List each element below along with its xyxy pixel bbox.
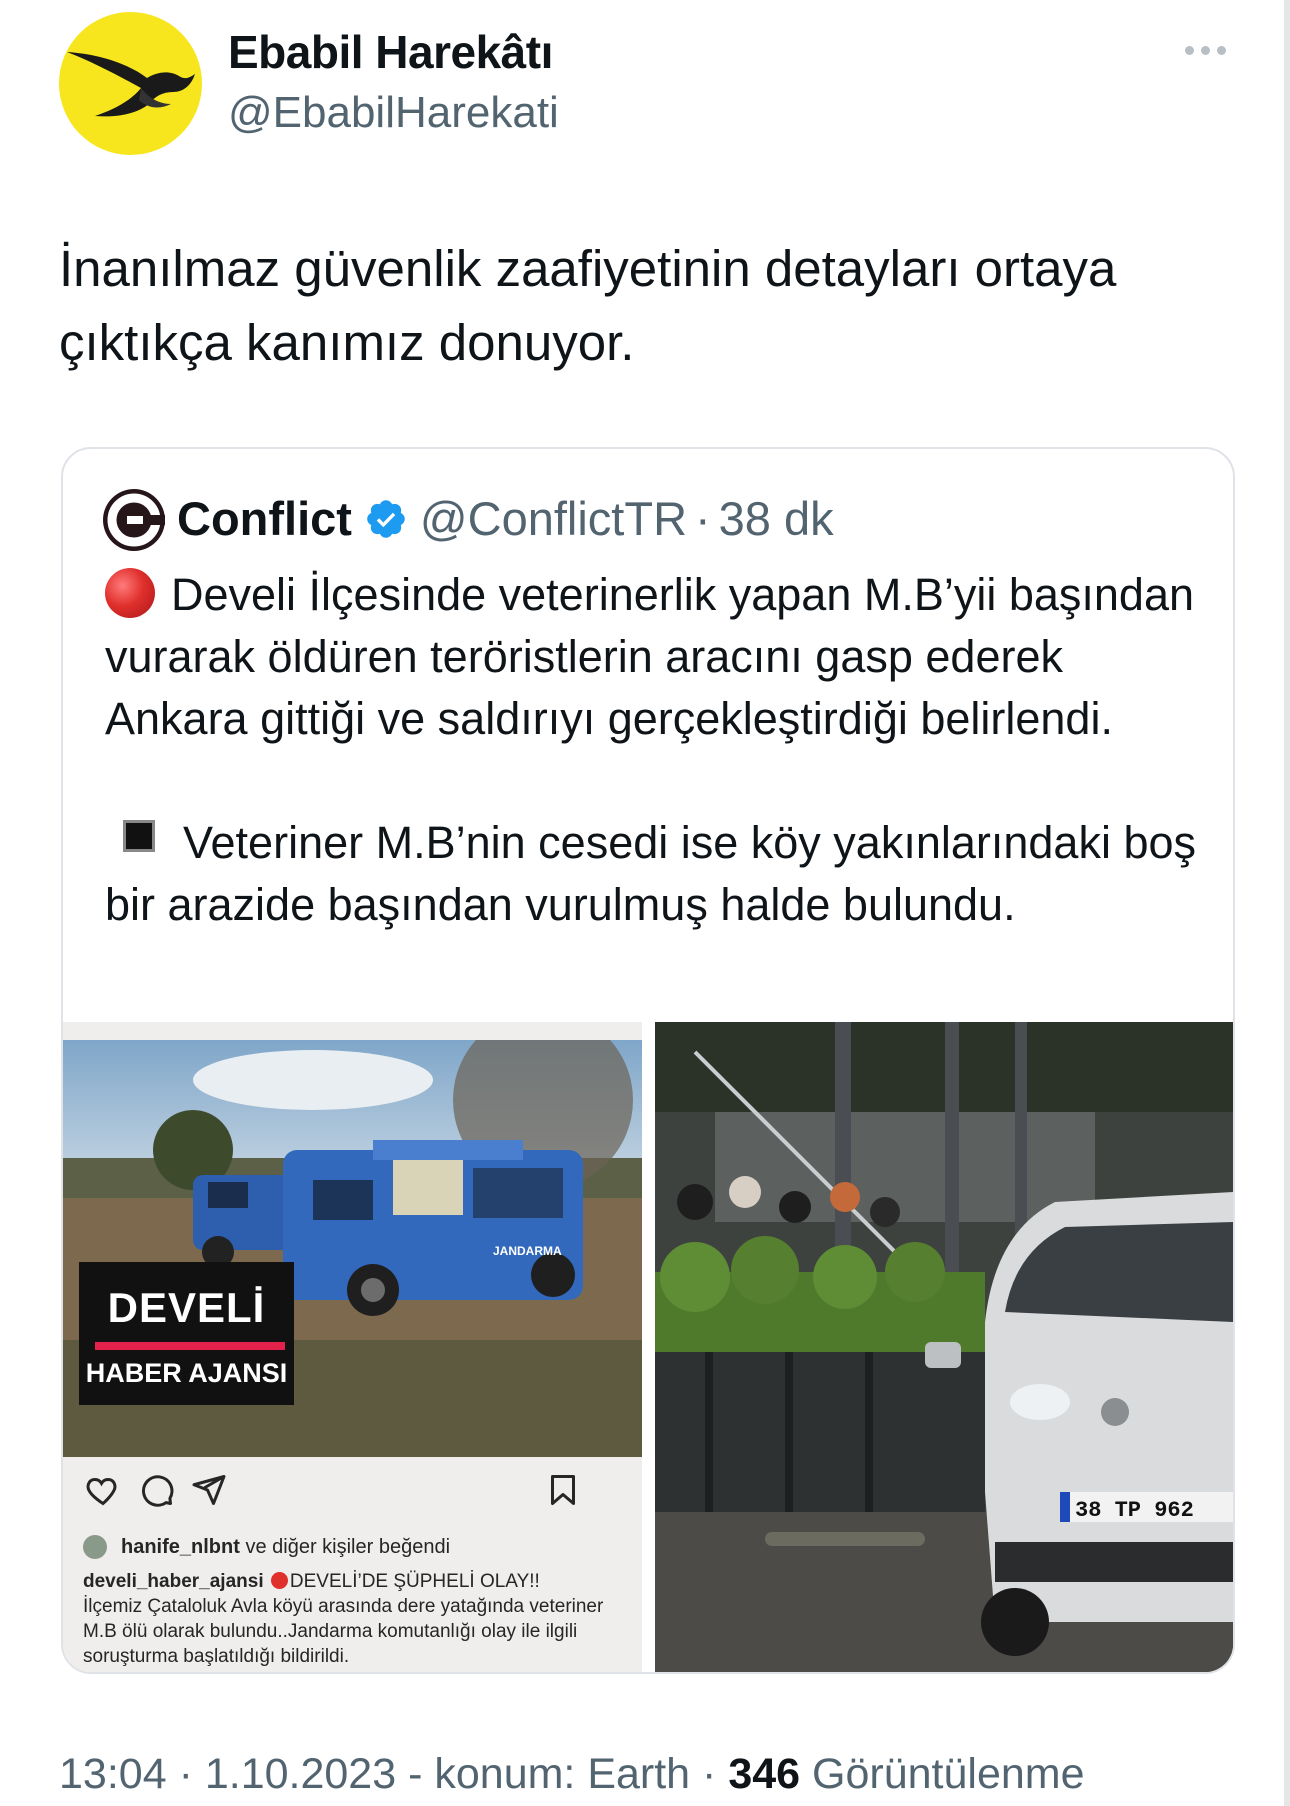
conflict-logo-icon [107, 493, 165, 547]
quoted-paragraph-1: Develi İlçesinde veterinerlik yapan M.B’… [105, 564, 1205, 750]
street-scene-photo: 38 TP 962 [655, 1022, 1233, 1672]
views-count: 346 [728, 1750, 801, 1798]
logo-line1: DEVELİ [107, 1284, 266, 1331]
tweet-meta: 13:04 · 1.10.2023 - konum: Earth · 346 G… [59, 1750, 1085, 1799]
caption-user: develi_haber_ajansi [83, 1571, 264, 1592]
quoted-paragraph-1-text: Develi İlçesinde veterinerlik yapan M.B’… [105, 569, 1195, 744]
bookmark-icon[interactable] [545, 1472, 581, 1508]
swallow-bird-icon [67, 52, 195, 117]
verified-badge-icon [367, 499, 405, 538]
heart-icon[interactable] [85, 1472, 121, 1508]
red-circle-icon [105, 568, 155, 618]
develi-logo: DEVELİ HABER AJANSI [79, 1262, 294, 1405]
quoted-text: Develi İlçesinde veterinerlik yapan M.B’… [105, 564, 1205, 936]
tweet-location: - konum: Earth [408, 1750, 691, 1798]
black-square-icon [123, 820, 155, 852]
author-name[interactable]: Ebabil Harekâtı [228, 25, 553, 79]
liker-avatar [83, 1535, 107, 1559]
more-icon[interactable] [1185, 30, 1235, 70]
separator: · [178, 1750, 193, 1798]
tweet-date[interactable]: 1.10.2023 [205, 1750, 396, 1798]
separator: · [702, 1750, 717, 1798]
likes-suffix: ve diğer kişiler beğendi [245, 1535, 451, 1558]
quoted-tweet[interactable]: Conflict @ConflictTR · 38 dk Develi İlçe… [61, 447, 1235, 1674]
quoted-name[interactable]: Conflict [177, 491, 352, 546]
caption-body: İlçemiz Çataloluk Avla köyü arasında der… [83, 1596, 604, 1667]
liker-name: hanife_nlbnt [121, 1535, 240, 1558]
tweet-text: İnanılmaz güvenlik zaafiyetinin detaylar… [59, 240, 1117, 371]
instagram-caption: develi_haber_ajansi DEVELİ’DE ŞÜPHELİ OL… [83, 1569, 638, 1669]
author-avatar[interactable] [59, 12, 202, 155]
comment-icon[interactable] [139, 1472, 175, 1508]
scrollbar[interactable] [1284, 0, 1290, 1806]
instagram-likes: hanife_nlbnt ve diğer kişiler beğendi [83, 1535, 450, 1559]
vehicle-label: JANDARMA [493, 1244, 562, 1258]
media-image-right[interactable]: 38 TP 962 [655, 1022, 1233, 1672]
quoted-paragraph-2-text: Veteriner M.B’nin cesedi ise köy yakınla… [105, 817, 1197, 930]
media-image-left[interactable]: JANDARMA DEVELİ HABER AJANSI hanife_nlbn… [63, 1022, 642, 1672]
media-grid: JANDARMA DEVELİ HABER AJANSI hanife_nlbn… [63, 1022, 1233, 1672]
logo-line2: HABER AJANSI [85, 1358, 288, 1388]
caption-headline: DEVELİ’DE ŞÜPHELİ OLAY!! [289, 1571, 540, 1592]
tweet-time[interactable]: 13:04 [59, 1750, 167, 1798]
separator: · [695, 492, 711, 545]
views-label: Görüntülenme [812, 1750, 1085, 1798]
quoted-header: Conflict @ConflictTR · 38 dk [177, 491, 834, 546]
quoted-avatar[interactable] [103, 489, 165, 551]
quoted-time[interactable]: 38 dk [719, 491, 834, 546]
instagram-actions [85, 1472, 630, 1517]
license-plate: 38 TP 962 [1075, 1498, 1194, 1523]
quoted-paragraph-2: Veteriner M.B’nin cesedi ise köy yakınla… [105, 812, 1205, 936]
share-icon[interactable] [191, 1472, 227, 1508]
red-circle-icon [270, 1572, 288, 1589]
author-handle[interactable]: @EbabilHarekati [228, 88, 559, 138]
quoted-handle[interactable]: @ConflictTR [420, 491, 687, 546]
